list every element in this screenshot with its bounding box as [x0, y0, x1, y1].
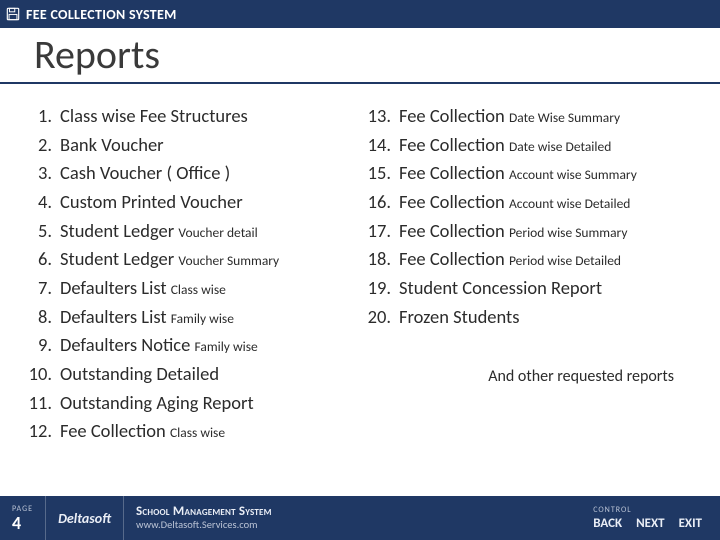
back-button[interactable]: BACK — [593, 516, 622, 531]
list-item: 5. Student Ledger Voucher detail — [22, 217, 361, 246]
next-button[interactable]: NEXT — [636, 516, 665, 531]
item-number: 10. — [22, 360, 52, 389]
item-label: Defaulters List Family wise — [60, 303, 234, 332]
item-label: Defaulters List Class wise — [60, 274, 226, 303]
item-number: 3. — [22, 159, 52, 188]
list-item: 8. Defaulters List Family wise — [22, 303, 361, 332]
title-area: Reports — [0, 28, 720, 84]
list-item: 12. Fee Collection Class wise — [22, 417, 361, 446]
item-label: Fee Collection Period wise Summary — [399, 217, 627, 246]
item-number: 11. — [22, 389, 52, 418]
item-number: 9. — [22, 331, 52, 360]
other-reports-note: And other requested reports — [488, 367, 674, 386]
item-number: 2. — [22, 131, 52, 160]
item-label: Fee Collection Account wise Summary — [399, 159, 637, 188]
item-number: 20. — [361, 303, 391, 332]
top-bar: FEE COLLECTION SYSTEM — [0, 0, 720, 28]
footer-system: School Management System www.Deltasoft.S… — [124, 496, 284, 540]
list-item: 19. Student Concession Report — [361, 274, 700, 303]
item-number: 15. — [361, 159, 391, 188]
page-title: Reports — [34, 34, 686, 78]
item-label: Student Ledger Voucher Summary — [60, 245, 279, 274]
list-item: 2. Bank Voucher — [22, 131, 361, 160]
item-label: Bank Voucher — [60, 131, 164, 160]
item-number: 5. — [22, 217, 52, 246]
item-label: Fee Collection Class wise — [60, 417, 225, 446]
item-number: 16. — [361, 188, 391, 217]
page-number: 4 — [12, 514, 33, 532]
item-label: Student Concession Report — [399, 274, 602, 303]
item-label: Outstanding Detailed — [60, 360, 219, 389]
item-label: Fee Collection Period wise Detailed — [399, 245, 621, 274]
item-number: 6. — [22, 245, 52, 274]
content-body: 1. Class wise Fee Structures 2. Bank Vouche… — [0, 84, 720, 496]
item-label: Fee Collection Date Wise Summary — [399, 102, 620, 131]
item-label: Custom Printed Voucher — [60, 188, 243, 217]
left-column: 1. Class wise Fee Structures 2. Bank Vouche… — [22, 102, 361, 496]
footer-spacer — [284, 496, 581, 540]
app-title: FEE COLLECTION SYSTEM — [26, 6, 177, 23]
list-item: 9. Defaulters Notice Family wise — [22, 331, 361, 360]
item-number: 12. — [22, 417, 52, 446]
item-number: 4. — [22, 188, 52, 217]
item-number: 17. — [361, 217, 391, 246]
system-title: School Management System — [136, 505, 272, 519]
footer-brand: Deltasoft — [46, 496, 123, 540]
report-list-left: 1. Class wise Fee Structures 2. Bank Vouche… — [22, 102, 361, 446]
item-number: 7. — [22, 274, 52, 303]
exit-button[interactable]: EXIT — [679, 516, 702, 531]
list-item: 16. Fee Collection Account wise Detailed — [361, 188, 700, 217]
list-item: 17. Fee Collection Period wise Summary — [361, 217, 700, 246]
item-number: 19. — [361, 274, 391, 303]
item-label: Frozen Students — [399, 303, 520, 332]
system-url: www.Deltasoft.Services.com — [136, 519, 272, 531]
footer-page: PAGE 4 — [0, 496, 45, 540]
item-label: Fee Collection Account wise Detailed — [399, 188, 630, 217]
item-label: Class wise Fee Structures — [60, 102, 248, 131]
list-item: 15. Fee Collection Account wise Summary — [361, 159, 700, 188]
list-item: 14. Fee Collection Date wise Detailed — [361, 131, 700, 160]
list-item: 4. Custom Printed Voucher — [22, 188, 361, 217]
list-item: 7. Defaulters List Class wise — [22, 274, 361, 303]
item-label: Cash Voucher ( Office ) — [60, 159, 230, 188]
list-item: 11. Outstanding Aging Report — [22, 389, 361, 418]
control-label: CONTROL — [593, 506, 702, 514]
list-item: 3. Cash Voucher ( Office ) — [22, 159, 361, 188]
list-item: 1. Class wise Fee Structures — [22, 102, 361, 131]
item-label: Defaulters Notice Family wise — [60, 331, 258, 360]
list-item: 18. Fee Collection Period wise Detailed — [361, 245, 700, 274]
item-number: 18. — [361, 245, 391, 274]
item-label: Outstanding Aging Report — [60, 389, 254, 418]
right-column: 13. Fee Collection Date Wise Summary 14. Fe… — [361, 102, 700, 496]
list-item: 13. Fee Collection Date Wise Summary — [361, 102, 700, 131]
footer-bar: PAGE 4 Deltasoft School Management Syste… — [0, 496, 720, 540]
list-item: 10. Outstanding Detailed — [22, 360, 361, 389]
item-number: 14. — [361, 131, 391, 160]
nav-buttons: BACK NEXT EXIT — [593, 516, 702, 531]
report-list-right: 13. Fee Collection Date Wise Summary 14. Fe… — [361, 102, 700, 331]
footer-controls: CONTROL BACK NEXT EXIT — [581, 496, 720, 540]
item-label: Student Ledger Voucher detail — [60, 217, 258, 246]
save-disk-icon — [6, 7, 20, 21]
item-number: 8. — [22, 303, 52, 332]
list-item: 6. Student Ledger Voucher Summary — [22, 245, 361, 274]
item-number: 13. — [361, 102, 391, 131]
item-number: 1. — [22, 102, 52, 131]
list-item: 20. Frozen Students — [361, 303, 700, 332]
brand-name: Deltasoft — [58, 510, 111, 527]
item-label: Fee Collection Date wise Detailed — [399, 131, 611, 160]
